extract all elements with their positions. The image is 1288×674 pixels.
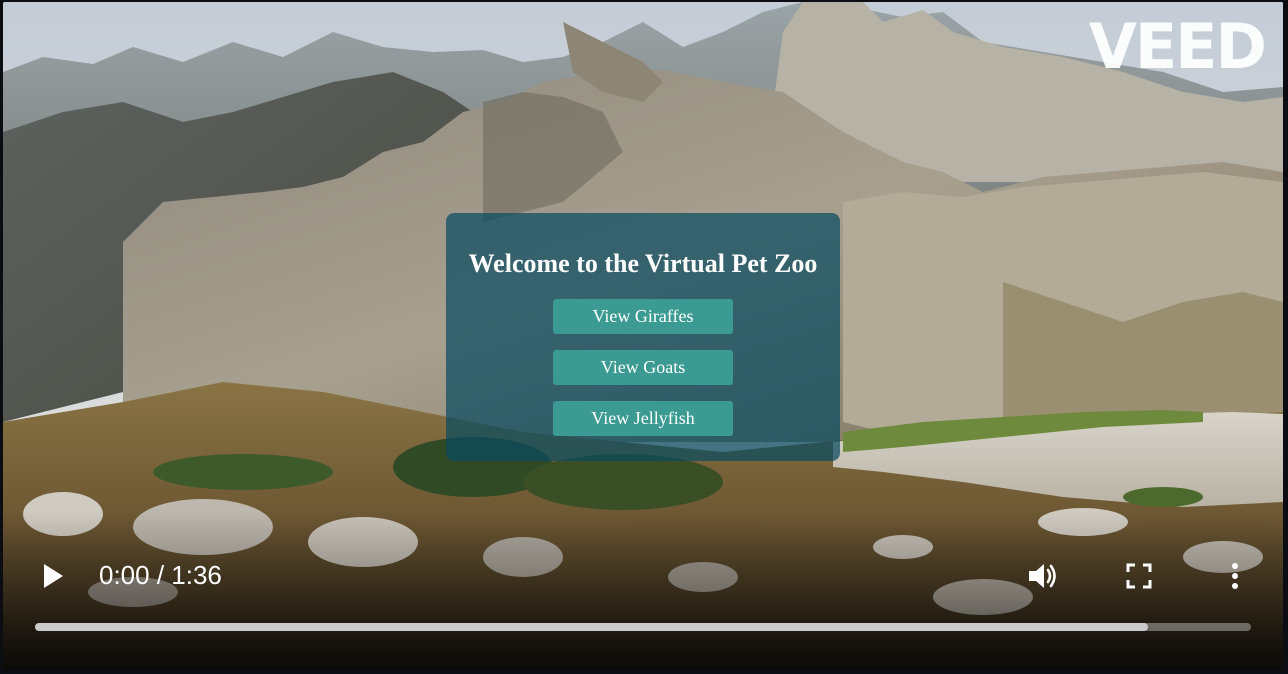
controls-gradient <box>3 510 1283 670</box>
play-button[interactable] <box>35 560 71 592</box>
view-giraffes-button[interactable]: View Giraffes <box>553 299 733 334</box>
time-separator: / <box>149 560 172 590</box>
volume-button[interactable] <box>1025 558 1061 594</box>
play-icon <box>44 564 63 588</box>
more-options-button[interactable] <box>1221 558 1249 594</box>
duration: 1:36 <box>171 560 222 590</box>
seek-bar-buffered <box>35 623 1148 631</box>
fullscreen-button[interactable] <box>1121 558 1157 594</box>
video-player[interactable]: VEED Welcome to the Virtual Pet Zoo View… <box>3 2 1283 670</box>
volume-icon <box>1029 564 1056 588</box>
time-display: 0:00 / 1:36 <box>99 560 222 590</box>
view-jellyfish-button[interactable]: View Jellyfish <box>553 401 733 436</box>
seek-bar[interactable] <box>35 623 1251 631</box>
veed-watermark-logo: VEED <box>1088 10 1267 83</box>
current-time: 0:00 <box>99 560 150 590</box>
zoo-menu-panel: Welcome to the Virtual Pet Zoo View Gira… <box>446 213 840 461</box>
more-options-icon <box>1232 563 1238 589</box>
fullscreen-icon <box>1126 563 1152 589</box>
menu-title: Welcome to the Virtual Pet Zoo <box>468 249 818 278</box>
view-goats-button[interactable]: View Goats <box>553 350 733 385</box>
